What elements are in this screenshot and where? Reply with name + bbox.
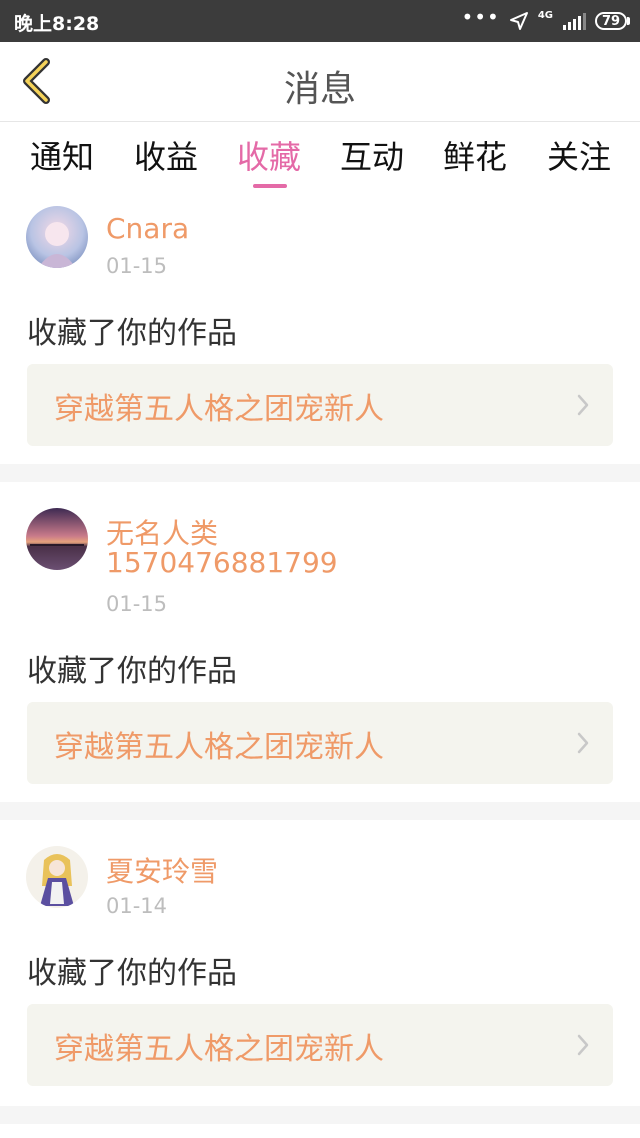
tab-label: 关注 xyxy=(546,138,611,176)
chevron-right-icon xyxy=(577,1034,589,1056)
work-link[interactable]: 穿越第五人格之团宠新人 xyxy=(27,702,613,784)
tab-bar: 通知 收益 收藏 互动 鲜花 关注 xyxy=(0,122,640,198)
work-link[interactable]: 穿越第五人格之团宠新人 xyxy=(27,1004,613,1086)
network-type: 4G xyxy=(537,9,553,21)
tab-label: 通知 xyxy=(29,138,94,176)
action-text: 收藏了你的作品 xyxy=(27,316,237,351)
tab-label: 收藏 xyxy=(236,138,301,176)
tab-label: 收益 xyxy=(133,138,198,176)
username-id[interactable]: 1570476881799 xyxy=(106,546,338,579)
username[interactable]: Cnara xyxy=(106,212,189,245)
chevron-right-icon xyxy=(577,732,589,754)
action-text: 收藏了你的作品 xyxy=(27,956,237,991)
avatar[interactable] xyxy=(26,846,88,908)
active-tab-indicator xyxy=(253,184,287,188)
tab-flowers[interactable]: 鲜花 xyxy=(423,132,527,194)
message-card: 夏安玲雪 01-14 收藏了你的作品 穿越第五人格之团宠新人 xyxy=(0,820,640,1106)
work-title: 穿越第五人格之团宠新人 xyxy=(54,392,384,427)
signal-icon xyxy=(563,13,586,30)
status-time: 晚上8:28 xyxy=(14,13,100,35)
more-dots-icon: ••• xyxy=(461,5,500,29)
battery-icon: 79 xyxy=(595,12,630,30)
avatar[interactable] xyxy=(26,206,88,268)
tab-interactions[interactable]: 互动 xyxy=(320,132,424,194)
location-arrow-icon xyxy=(509,12,528,30)
username[interactable]: 夏安玲雪 xyxy=(106,850,218,890)
header-bar: 消息 xyxy=(0,42,640,122)
message-date: 01-15 xyxy=(106,254,168,278)
page-title: 消息 xyxy=(283,69,356,110)
message-card: 无名人类 1570476881799 01-15 收藏了你的作品 穿越第五人格之… xyxy=(0,482,640,802)
message-date: 01-15 xyxy=(106,592,168,616)
message-card xyxy=(0,1124,640,1138)
status-bar: 晚上8:28 ••• 4G 79 xyxy=(0,0,640,42)
status-icons: ••• 4G 79 xyxy=(461,5,630,34)
message-card: Cnara 01-15 收藏了你的作品 穿越第五人格之团宠新人 xyxy=(0,198,640,464)
battery-level: 79 xyxy=(595,12,627,30)
work-title: 穿越第五人格之团宠新人 xyxy=(54,730,384,765)
tab-label: 互动 xyxy=(339,138,404,176)
message-date: 01-14 xyxy=(106,894,168,918)
action-text: 收藏了你的作品 xyxy=(27,654,237,689)
tab-label: 鲜花 xyxy=(442,138,507,176)
tab-earnings[interactable]: 收益 xyxy=(114,132,218,194)
work-link[interactable]: 穿越第五人格之团宠新人 xyxy=(27,364,613,446)
tab-notifications[interactable]: 通知 xyxy=(10,132,114,194)
chevron-right-icon xyxy=(577,394,589,416)
tab-favorites[interactable]: 收藏 xyxy=(217,132,321,194)
work-title: 穿越第五人格之团宠新人 xyxy=(54,1032,384,1067)
avatar[interactable] xyxy=(26,508,88,570)
tab-following[interactable]: 关注 xyxy=(527,132,631,194)
